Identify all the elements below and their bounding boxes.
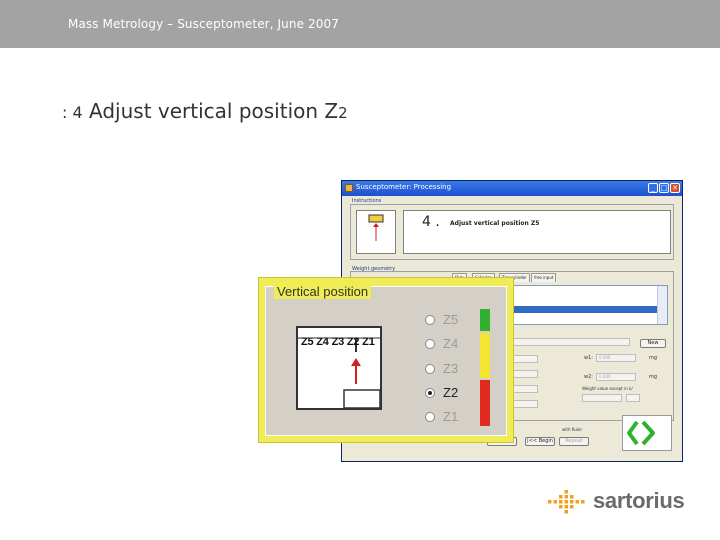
radio-z5-label: Z5 bbox=[443, 312, 459, 327]
logo-dot bbox=[575, 500, 579, 504]
logo-dot bbox=[559, 495, 563, 499]
logo-dot bbox=[553, 500, 557, 504]
radio-z1-button[interactable] bbox=[425, 412, 435, 422]
slide-title: : 4 Adjust vertical position Z2 bbox=[62, 99, 348, 123]
slide-title-main: Adjust vertical position Z bbox=[89, 99, 339, 123]
instruction-text-box: 4 . Adjust vertical position Z5 bbox=[403, 210, 671, 254]
radio-z4-label: Z4 bbox=[443, 336, 459, 351]
maximize-button[interactable]: □ bbox=[659, 183, 669, 193]
logo-dot bbox=[570, 505, 574, 509]
logo-dot bbox=[570, 500, 574, 504]
radio-z3-label: Z3 bbox=[443, 361, 459, 376]
logo-dot bbox=[564, 510, 568, 514]
radio-z2-button[interactable] bbox=[425, 388, 435, 398]
sartorius-logo-dots-icon bbox=[548, 490, 585, 514]
logo-dot bbox=[564, 490, 568, 494]
selected-list-item[interactable] bbox=[514, 306, 658, 313]
header-text: Mass Metrology – Susceptometer, June 200… bbox=[68, 17, 339, 31]
radio-z5-button[interactable] bbox=[425, 315, 435, 325]
sartorius-logo: sartorius bbox=[593, 488, 685, 513]
header-bar: Mass Metrology – Susceptometer, June 200… bbox=[0, 0, 720, 48]
close-button[interactable]: ✕ bbox=[670, 183, 680, 193]
logo-dot bbox=[581, 500, 585, 504]
position-z5-icon bbox=[368, 214, 384, 241]
instructions-box: 4 . Adjust vertical position Z5 bbox=[350, 204, 674, 260]
logo-dot bbox=[564, 505, 568, 509]
next-arrow-icon bbox=[627, 420, 655, 446]
minimize-button[interactable]: _ bbox=[648, 183, 658, 193]
window-titlebar[interactable]: Susceptometer: Processing _ □ ✕ bbox=[342, 181, 682, 196]
w1-field[interactable]: 0.000 bbox=[596, 354, 636, 362]
list-scrollbar[interactable] bbox=[657, 286, 667, 324]
geometry-list[interactable] bbox=[512, 285, 668, 325]
w2-field[interactable]: 0.000 bbox=[596, 373, 636, 381]
logo-dot bbox=[564, 495, 568, 499]
window-title: Susceptometer: Processing bbox=[356, 183, 452, 191]
app-icon bbox=[345, 184, 353, 192]
param-field-1[interactable] bbox=[512, 355, 538, 363]
radio-z1-label: Z1 bbox=[443, 409, 459, 424]
instruction-icon-box bbox=[356, 210, 396, 254]
param-field-4[interactable] bbox=[512, 400, 538, 408]
level-indicator-green bbox=[480, 309, 490, 331]
w1-unit: mg bbox=[649, 355, 658, 361]
weight-value-field[interactable] bbox=[582, 394, 622, 402]
with-ruler-checkbox[interactable]: with Ruler bbox=[562, 427, 582, 432]
level-indicator-red bbox=[480, 380, 490, 426]
param-field-3[interactable] bbox=[512, 385, 538, 393]
z-position-labels: Z5 Z4 Z3 Z2 Z1 bbox=[301, 336, 375, 348]
next-step-button[interactable] bbox=[622, 415, 672, 451]
material-select[interactable] bbox=[512, 338, 630, 346]
repeat-button[interactable]: Repeat bbox=[559, 437, 589, 446]
radio-z4-button[interactable] bbox=[425, 339, 435, 349]
vertical-position-legend: Vertical position bbox=[274, 284, 372, 299]
logo-dot bbox=[570, 495, 574, 499]
weight-value-label: Weight value except in k/ bbox=[582, 386, 633, 391]
logo-dot bbox=[548, 500, 552, 504]
step-number: 4 . bbox=[422, 214, 440, 230]
slide-title-sub: 2 bbox=[338, 104, 348, 122]
logo-dot bbox=[564, 500, 568, 504]
slide-title-prefix: : 4 bbox=[62, 103, 83, 122]
param-field-2[interactable] bbox=[512, 370, 538, 378]
radio-z2-label: Z2 bbox=[443, 385, 459, 400]
w2-unit: mg bbox=[649, 374, 658, 380]
w1-label: w1: bbox=[584, 355, 593, 361]
radio-z3-button[interactable] bbox=[425, 364, 435, 374]
tab-free-input[interactable]: free input bbox=[531, 273, 557, 282]
w2-label: w2: bbox=[584, 374, 593, 380]
logo-dot bbox=[559, 500, 563, 504]
weight-value-unit-field[interactable] bbox=[626, 394, 640, 402]
logo-dot bbox=[559, 505, 563, 509]
step-text: Adjust vertical position Z5 bbox=[450, 220, 540, 227]
level-indicator-yellow bbox=[480, 333, 490, 378]
new-button[interactable]: New bbox=[640, 339, 666, 348]
begin-button[interactable]: |<< Begin bbox=[525, 437, 555, 446]
